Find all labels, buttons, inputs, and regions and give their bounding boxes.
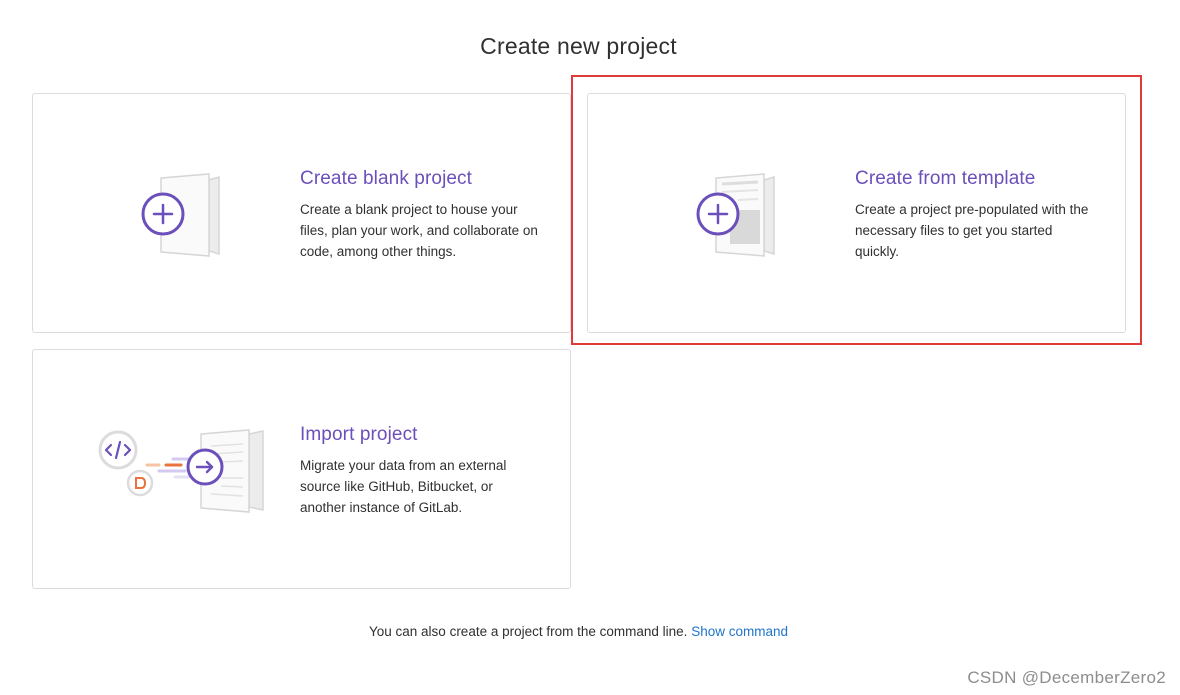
import-arrow-icon [93, 420, 273, 520]
command-line-hint: You can also create a project from the c… [0, 624, 1157, 639]
card-title: Create blank project [300, 168, 473, 189]
plus-document-icon [133, 166, 273, 266]
import-project-card[interactable]: Import project Migrate your data from an… [32, 349, 571, 589]
create-blank-project-card[interactable]: Create blank project Create a blank proj… [32, 93, 571, 333]
card-text: Import project Migrate your data from an… [300, 424, 540, 518]
watermark: CSDN @DecemberZero2 [967, 668, 1166, 687]
card-description: Create a blank project to house your fil… [300, 202, 538, 259]
show-command-link[interactable]: Show command [691, 624, 788, 639]
page-title: Create new project [480, 33, 677, 59]
card-text: Create from template Create a project pr… [855, 168, 1095, 262]
new-project-page: Create new project Create blank project … [0, 0, 1180, 695]
card-title: Import project [300, 424, 418, 445]
card-text: Create blank project Create a blank proj… [300, 168, 540, 262]
card-description: Migrate your data from an external sourc… [300, 458, 507, 515]
command-line-hint-text: You can also create a project from the c… [369, 624, 688, 639]
card-description: Create a project pre-populated with the … [855, 202, 1089, 259]
template-document-icon [688, 166, 828, 266]
create-from-template-card[interactable]: Create from template Create a project pr… [587, 93, 1126, 333]
card-title: Create from template [855, 168, 1036, 189]
